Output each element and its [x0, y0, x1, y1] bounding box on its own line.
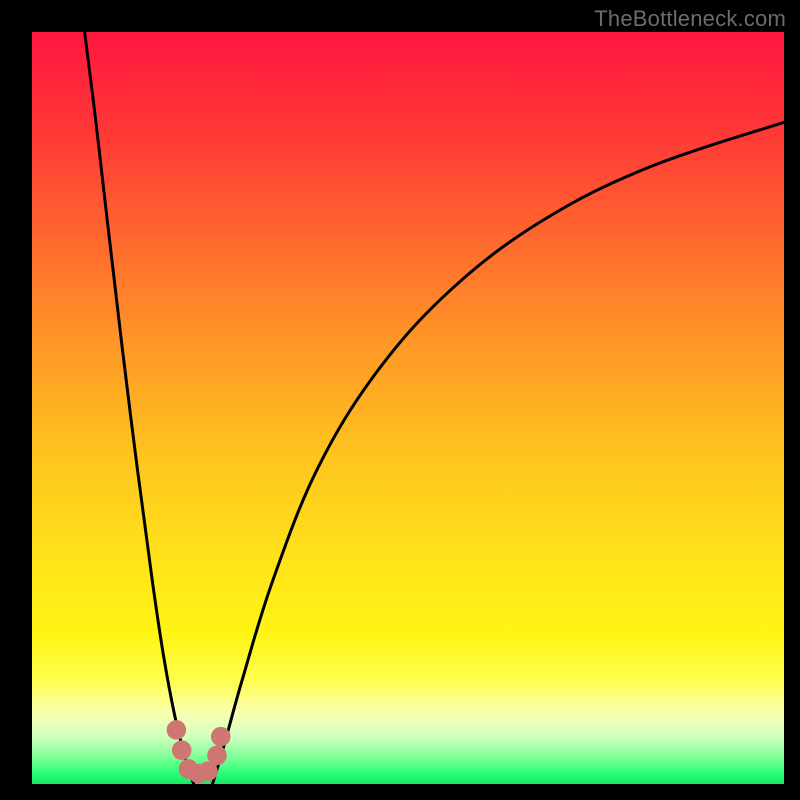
marker-dot	[207, 746, 227, 766]
curve-right-branch	[212, 122, 784, 784]
curve-left-branch	[85, 32, 194, 784]
watermark-text: TheBottleneck.com	[594, 6, 786, 32]
marker-dot	[167, 720, 187, 740]
chart-frame: TheBottleneck.com	[0, 0, 800, 800]
marker-dot	[211, 727, 231, 747]
bottleneck-markers	[167, 720, 231, 783]
marker-dot	[172, 740, 192, 760]
curve-layer	[32, 32, 784, 784]
plot-area	[32, 32, 784, 784]
